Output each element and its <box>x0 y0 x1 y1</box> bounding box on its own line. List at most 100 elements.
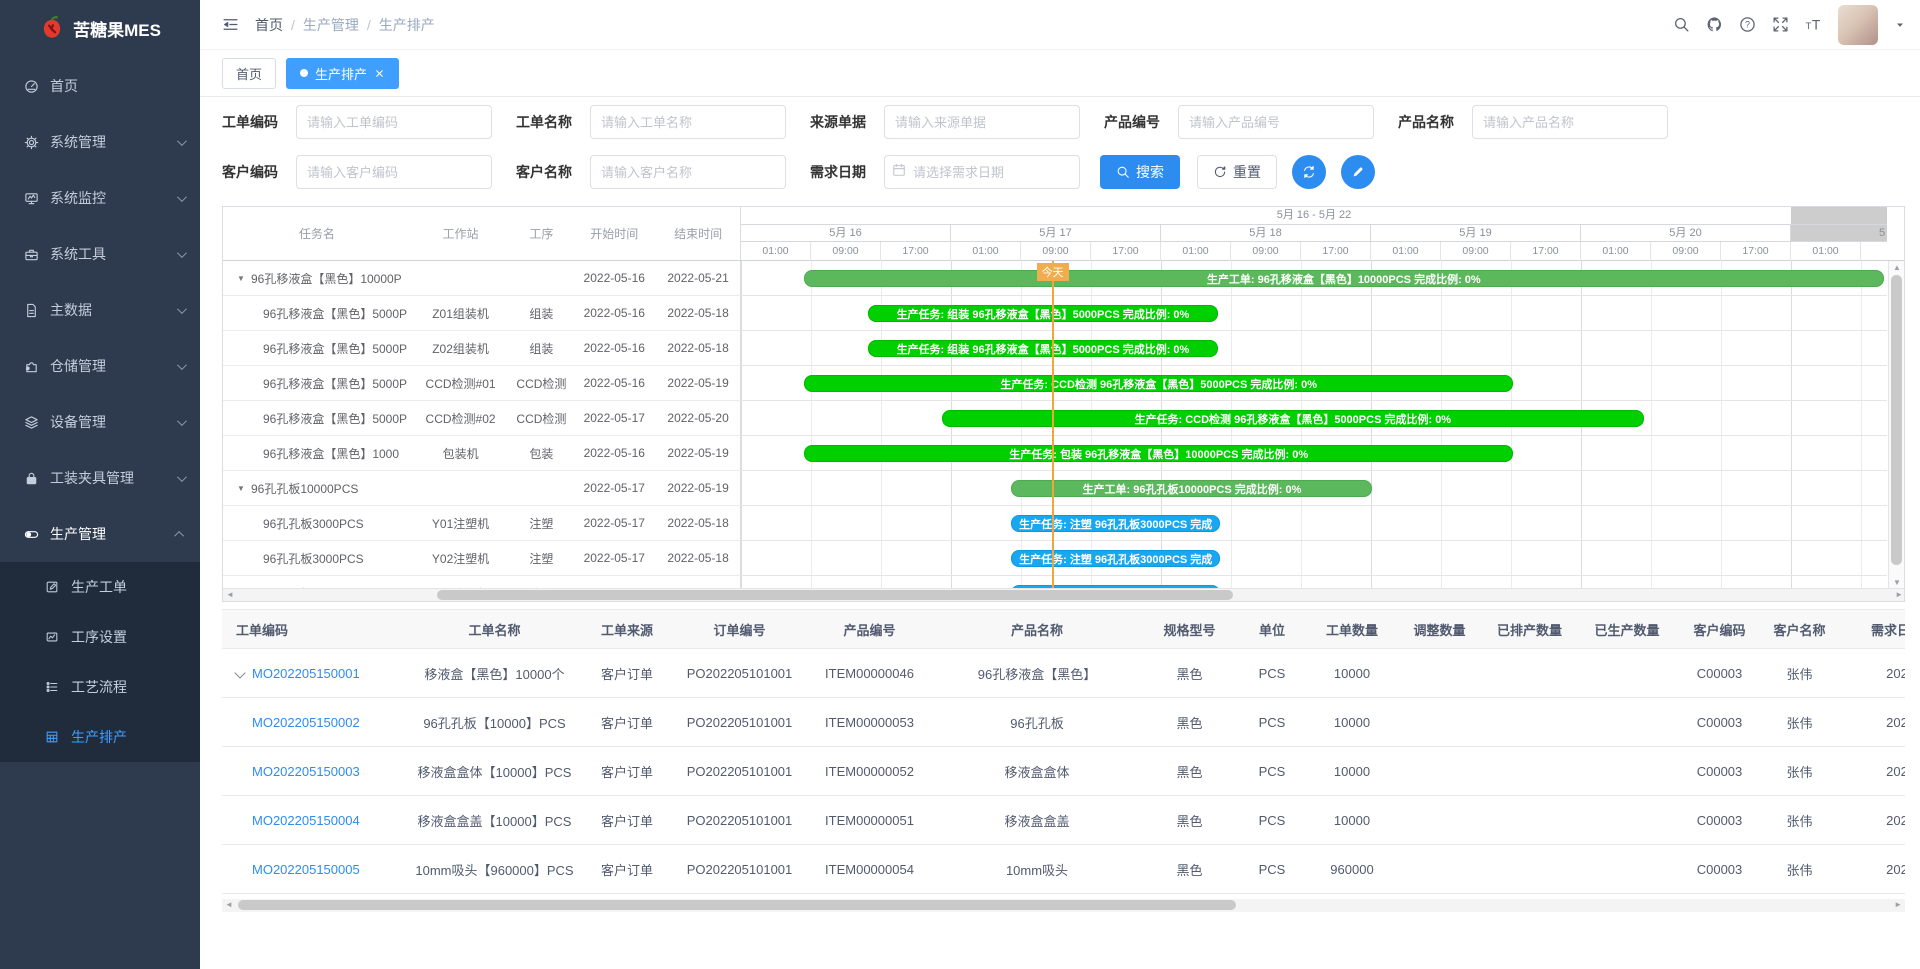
gantt-bar-label: 生产任务: 组装 96孔移液盒【黑色】5000PCS 完成比例: 0% <box>897 306 1190 322</box>
work-order-link[interactable]: MO202205150004 <box>252 813 360 828</box>
filter-input[interactable] <box>1178 105 1374 139</box>
table-row[interactable]: MO202205150003 移液盒盒体【10000】PCS 客户订单 PO20… <box>222 747 1905 796</box>
customer-code-input[interactable] <box>296 155 492 189</box>
cell-source: 客户订单 <box>582 811 672 830</box>
filter-input[interactable] <box>1472 105 1668 139</box>
gantt-bar[interactable]: 生产任务: 注塑 96孔孔板3000PCS 完成 <box>1011 515 1220 532</box>
gantt-horizontal-scrollbar[interactable]: ◄ ► <box>223 588 1905 601</box>
demand-date-input[interactable] <box>884 155 1080 189</box>
scroll-right-arrow-icon[interactable]: ► <box>1894 901 1902 909</box>
breadcrumb-page[interactable]: 生产排产 <box>379 15 435 35</box>
scrollbar-thumb[interactable] <box>238 900 1236 910</box>
font-size-icon[interactable]: TT <box>1805 16 1822 33</box>
gantt-bar[interactable]: 生产任务: 注塑 96孔孔板3000PCS 完成 <box>1011 550 1220 567</box>
user-menu-caret-icon[interactable] <box>1894 19 1906 31</box>
sidebar-submenu-item[interactable]: 生产排产 <box>0 712 200 762</box>
breadcrumb-section[interactable]: 生产管理 <box>303 15 359 35</box>
help-icon[interactable]: ? <box>1739 16 1756 33</box>
gantt-row-info[interactable]: ▼ 96孔孔板10000PCS 2022-05-17 2022-05-19 <box>223 471 741 506</box>
sidebar-menu-item[interactable]: 首页 <box>0 58 200 114</box>
sidebar-menu-item[interactable]: 系统管理 <box>0 114 200 170</box>
github-icon[interactable] <box>1706 16 1723 33</box>
reset-button[interactable]: 重置 <box>1197 155 1277 189</box>
scrollbar-thumb[interactable] <box>1891 275 1902 565</box>
row-expand-chevron-icon[interactable] <box>234 667 245 678</box>
filter-field: 来源单据 <box>810 105 1080 139</box>
gantt-end-date: 2022-05-18 <box>656 516 740 530</box>
filter-input[interactable] <box>590 105 786 139</box>
gantt-bar[interactable]: 生产工单: 96孔移液盒【黑色】10000PCS 完成比例: 0% <box>804 270 1884 287</box>
gantt-bar[interactable]: 生产任务: 包装 96孔移液盒【黑色】10000PCS 完成比例: 0% <box>804 445 1513 462</box>
scroll-up-arrow-icon[interactable]: ▲ <box>1893 264 1901 272</box>
gantt-bar[interactable]: 生产任务: CCD检测 96孔移液盒【黑色】5000PCS 完成比例: 0% <box>804 375 1513 392</box>
filter-field: 产品名称 <box>1398 105 1668 139</box>
filter-input[interactable] <box>884 105 1080 139</box>
gantt-bar[interactable]: 生产工单: 96孔孔板10000PCS 完成比例: 0% <box>1011 480 1372 497</box>
sidebar-menu-item[interactable]: 工装夹具管理 <box>0 450 200 506</box>
scroll-right-arrow-icon[interactable]: ► <box>1895 591 1903 599</box>
sidebar-menu-item[interactable]: 系统监控 <box>0 170 200 226</box>
cell-source: 客户订单 <box>582 664 672 683</box>
gantt-hour-cell: 01:00 <box>741 242 811 261</box>
table-row[interactable]: MO202205150001 移液盒【黑色】10000个 客户订单 PO2022… <box>222 649 1905 698</box>
work-order-link[interactable]: MO202205150003 <box>252 764 360 779</box>
fullscreen-icon[interactable] <box>1772 16 1789 33</box>
sidebar-submenu: 生产工单 工序设置 工艺流程 生产排产 <box>0 562 200 762</box>
gantt-bar[interactable]: 生产任务: 组装 96孔移液盒【黑色】5000PCS 完成比例: 0% <box>868 305 1218 322</box>
gantt-row: 96孔移液盒【黑色】1000 包装机 包装 2022-05-16 2022-05… <box>223 436 1904 471</box>
edit-schedule-button[interactable] <box>1341 155 1375 189</box>
scrollbar-thumb[interactable] <box>437 590 1233 600</box>
chevron-icon <box>177 416 187 426</box>
close-icon[interactable] <box>374 68 385 79</box>
sidebar-submenu-item[interactable]: 工艺流程 <box>0 662 200 712</box>
sidebar-submenu-item[interactable]: 工序设置 <box>0 612 200 662</box>
user-avatar[interactable] <box>1838 5 1878 45</box>
chevron-icon <box>177 304 187 314</box>
sidebar-menu-item[interactable]: 主数据 <box>0 282 200 338</box>
sidebar-menu-item[interactable]: 仓储管理 <box>0 338 200 394</box>
gantt-row-info[interactable]: 96孔孔板3000PCS Y02注塑机 注塑 2022-05-17 2022-0… <box>223 541 741 576</box>
gantt-vertical-scrollbar[interactable]: ▲ ▼ <box>1888 261 1904 590</box>
gantt-row-info[interactable]: 96孔移液盒【黑色】5000P Z01组装机 组装 2022-05-16 202… <box>223 296 741 331</box>
tab-home[interactable]: 首页 <box>222 58 276 89</box>
table-row[interactable]: MO202205150004 移液盒盒盖【10000】PCS 客户订单 PO20… <box>222 796 1905 845</box>
sidebar-submenu-item[interactable]: 生产工单 <box>0 562 200 612</box>
gantt-row-info[interactable]: 96孔移液盒【黑色】5000P CCD检测#01 CCD检测 2022-05-1… <box>223 366 741 401</box>
tab-production-scheduling[interactable]: 生产排产 <box>286 58 399 89</box>
cell-customer-code: C00003 <box>1677 715 1762 730</box>
gantt-day-cell: 5月 19 <box>1371 225 1581 241</box>
scroll-left-arrow-icon[interactable]: ◄ <box>225 901 233 909</box>
expand-caret-icon[interactable]: ▼ <box>237 484 251 493</box>
table-row[interactable]: MO202205150002 96孔孔板【10000】PCS 客户订单 PO20… <box>222 698 1905 747</box>
gantt-bar[interactable]: 生产任务: 组装 96孔移液盒【黑色】5000PCS 完成比例: 0% <box>868 340 1218 357</box>
scroll-left-arrow-icon[interactable]: ◄ <box>226 591 234 599</box>
table-row[interactable]: MO202205150005 10mm吸头【960000】PCS 客户订单 PO… <box>222 845 1905 894</box>
gantt-row-info[interactable]: 96孔移液盒【黑色】5000P Z02组装机 组装 2022-05-16 202… <box>223 331 741 366</box>
expand-caret-icon[interactable]: ▼ <box>237 274 251 283</box>
breadcrumb-home[interactable]: 首页 <box>255 15 283 35</box>
cell-product: 10mm吸头 <box>932 860 1142 879</box>
refresh-schedule-button[interactable] <box>1292 155 1326 189</box>
gantt-workstation: Z01组装机 <box>411 305 511 322</box>
gantt-bar[interactable]: 生产任务: CCD检测 96孔移液盒【黑色】5000PCS 完成比例: 0% <box>942 410 1644 427</box>
table-horizontal-scrollbar[interactable]: ◄ ► <box>222 899 1905 912</box>
search-icon[interactable] <box>1673 16 1690 33</box>
sidebar-menu-item[interactable]: 设备管理 <box>0 394 200 450</box>
gantt-row-info[interactable]: 96孔孔板3000PCS Y01注塑机 注塑 2022-05-17 2022-0… <box>223 506 741 541</box>
gantt-row-info[interactable]: ▼ 96孔移液盒【黑色】10000P 2022-05-16 2022-05-21 <box>223 261 741 296</box>
cell-qty: 10000 <box>1307 715 1397 730</box>
sidebar-menu-item[interactable]: 系统工具 <box>0 226 200 282</box>
filter-input[interactable] <box>296 105 492 139</box>
work-order-link[interactable]: MO202205150001 <box>252 666 360 681</box>
work-order-link[interactable]: MO202205150005 <box>252 862 360 877</box>
sidebar-fold-icon[interactable] <box>222 16 239 33</box>
search-button[interactable]: 搜索 <box>1100 155 1180 189</box>
gantt-row-info[interactable]: 96孔移液盒【黑色】5000P CCD检测#02 CCD检测 2022-05-1… <box>223 401 741 436</box>
submenu-item-label: 生产排产 <box>71 727 127 747</box>
filter-row-2: 客户编码 客户名称 需求日期 搜索 重置 <box>222 155 1905 189</box>
sidebar-menu-item[interactable]: 生产管理 <box>0 506 200 562</box>
gantt-row-info[interactable]: 96孔移液盒【黑色】1000 包装机 包装 2022-05-16 2022-05… <box>223 436 741 471</box>
customer-name-input[interactable] <box>590 155 786 189</box>
scroll-down-arrow-icon[interactable]: ▼ <box>1893 579 1901 587</box>
work-order-link[interactable]: MO202205150002 <box>252 715 360 730</box>
